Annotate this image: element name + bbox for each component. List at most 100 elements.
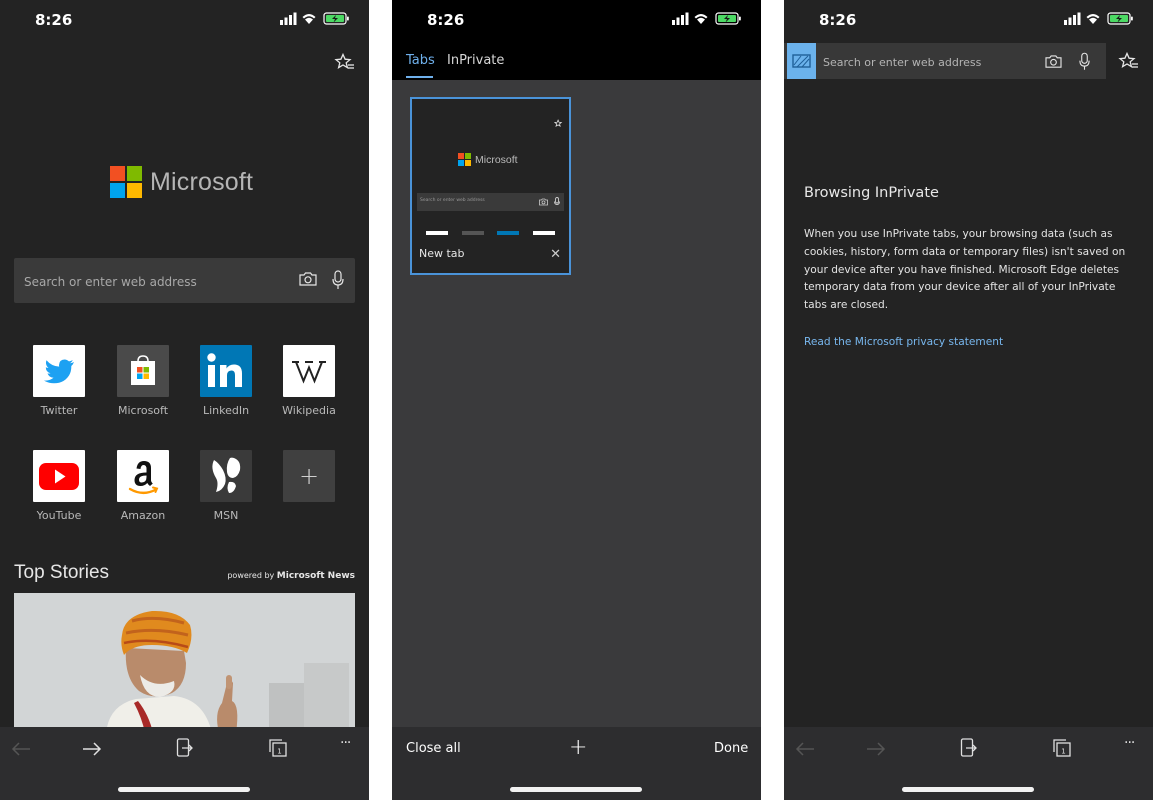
inprivate-title: Browsing InPrivate <box>804 185 939 201</box>
tile-label: YouTube <box>36 509 82 522</box>
msn-butterfly-icon <box>200 450 252 502</box>
microsoft-news-brand: Microsoft News <box>276 571 355 581</box>
tab-thumbnail: Microsoft Search or enter web address <box>412 99 569 235</box>
microphone-icon[interactable] <box>332 270 344 290</box>
wikipedia-icon <box>283 345 335 397</box>
tile-amazon[interactable]: Amazon <box>111 450 175 522</box>
signal-icon <box>280 12 297 25</box>
tabs-header: Tabs InPrivate <box>392 40 761 80</box>
microsoft-store-icon <box>117 345 169 397</box>
home-indicator <box>902 787 1034 792</box>
send-to-device-icon[interactable] <box>176 738 194 758</box>
close-all-button[interactable]: Close all <box>406 741 461 756</box>
amazon-icon <box>117 450 169 502</box>
address-bar[interactable] <box>784 43 1106 81</box>
status-bar: 8:26 <box>392 0 761 40</box>
tile-label: Wikipedia <box>282 404 336 417</box>
done-button[interactable]: Done <box>714 741 748 756</box>
send-to-device-icon[interactable] <box>960 738 978 758</box>
new-tab-plus-button[interactable]: + <box>569 735 587 760</box>
phone-tab-switcher: 8:26 Tabs InPrivate Microsoft Search or … <box>392 0 761 800</box>
favorites-star-icon <box>554 119 563 127</box>
tabs-icon[interactable]: 1 <box>268 738 288 758</box>
microsoft-logo: Microsoft <box>458 153 518 166</box>
home-indicator <box>118 787 250 792</box>
tile-youtube[interactable]: YouTube <box>27 450 91 522</box>
linkedin-icon <box>200 345 252 397</box>
tile-twitter[interactable]: Twitter <box>27 345 91 417</box>
tile-label: Twitter <box>40 404 78 417</box>
microsoft-squares-icon <box>458 153 471 166</box>
svg-text:1: 1 <box>277 748 281 756</box>
story-photo <box>14 593 355 733</box>
tab-card[interactable]: Microsoft Search or enter web address Ne… <box>410 97 571 275</box>
bottom-toolbar: 1 ··· <box>784 727 1153 800</box>
more-options-icon[interactable]: ··· <box>340 735 351 751</box>
tab-card-title: New tab <box>419 247 465 260</box>
camera-icon[interactable] <box>1045 54 1062 69</box>
back-arrow-icon[interactable] <box>794 741 816 757</box>
microsoft-logo: Microsoft <box>110 166 253 198</box>
tile-linkedin[interactable]: LinkedIn <box>194 345 258 417</box>
battery-icon <box>323 12 349 25</box>
camera-icon <box>539 198 548 206</box>
more-options-icon[interactable]: ··· <box>1124 735 1135 751</box>
signal-icon <box>672 12 689 25</box>
tile-microsoft[interactable]: Microsoft <box>111 345 175 417</box>
close-tab-icon[interactable]: ✕ <box>550 247 561 262</box>
plus-icon: + <box>283 450 335 502</box>
top-stories-heading: Top Stories <box>14 562 110 583</box>
status-bar: 8:26 <box>0 0 369 40</box>
phone-inprivate: 8:26 Browsing InPrivate When you use InP… <box>784 0 1153 800</box>
search-box[interactable] <box>14 258 355 305</box>
inprivate-description: When you use InPrivate tabs, your browsi… <box>804 228 1126 312</box>
status-bar: 8:26 <box>784 0 1153 40</box>
tab-tabs[interactable]: Tabs <box>406 53 435 68</box>
tile-label: LinkedIn <box>202 404 250 417</box>
battery-icon <box>715 12 741 25</box>
camera-icon[interactable] <box>299 271 317 287</box>
tile-label: Amazon <box>120 509 166 522</box>
search-input[interactable] <box>22 258 296 305</box>
powered-by-label: powered by Microsoft News <box>227 571 355 581</box>
tile-msn[interactable]: MSN <box>194 450 258 522</box>
favorites-star-icon[interactable] <box>1118 51 1140 73</box>
status-time: 8:26 <box>819 11 857 29</box>
wifi-icon <box>302 14 316 24</box>
tab-inprivate[interactable]: InPrivate <box>447 53 504 68</box>
status-icons <box>1064 12 1133 25</box>
add-tile-button[interactable]: + <box>277 450 341 502</box>
status-icons <box>672 12 741 25</box>
bottom-toolbar: 1 ··· <box>0 727 369 800</box>
microsoft-wordmark: Microsoft <box>475 153 518 166</box>
tab-card-footer: New tab ✕ <box>412 235 569 273</box>
svg-text:1: 1 <box>1061 748 1065 756</box>
home-indicator <box>510 787 642 792</box>
tile-label: MSN <box>213 509 239 522</box>
microphone-icon[interactable] <box>1079 52 1090 71</box>
status-icons <box>280 12 349 25</box>
microsoft-wordmark: Microsoft <box>150 167 254 196</box>
wifi-icon <box>1086 14 1100 24</box>
active-tab-indicator <box>406 76 433 78</box>
thumb-search-box: Search or enter web address <box>417 193 564 211</box>
microsoft-squares-icon <box>110 166 142 198</box>
favorites-star-icon[interactable] <box>334 52 356 74</box>
top-story-image[interactable] <box>14 593 355 733</box>
signal-icon <box>1064 12 1081 25</box>
privacy-statement-link[interactable]: Read the Microsoft privacy statement <box>804 336 1003 348</box>
back-arrow-icon[interactable] <box>10 741 32 757</box>
phone-new-tab-page: 8:26 Microsoft Search or enter web addre… <box>0 0 369 800</box>
search-input[interactable] <box>821 43 1035 81</box>
tile-label: Microsoft <box>117 404 169 417</box>
youtube-icon <box>33 450 85 502</box>
tabs-icon[interactable]: 1 <box>1052 738 1072 758</box>
microphone-icon <box>554 197 560 205</box>
status-time: 8:26 <box>427 11 465 29</box>
battery-icon <box>1107 12 1133 25</box>
tile-wikipedia[interactable]: Wikipedia <box>277 345 341 417</box>
forward-arrow-icon[interactable] <box>81 741 103 757</box>
tab-switcher-toolbar: Close all + Done <box>392 727 761 800</box>
forward-arrow-icon[interactable] <box>865 741 887 757</box>
twitter-icon <box>33 345 85 397</box>
